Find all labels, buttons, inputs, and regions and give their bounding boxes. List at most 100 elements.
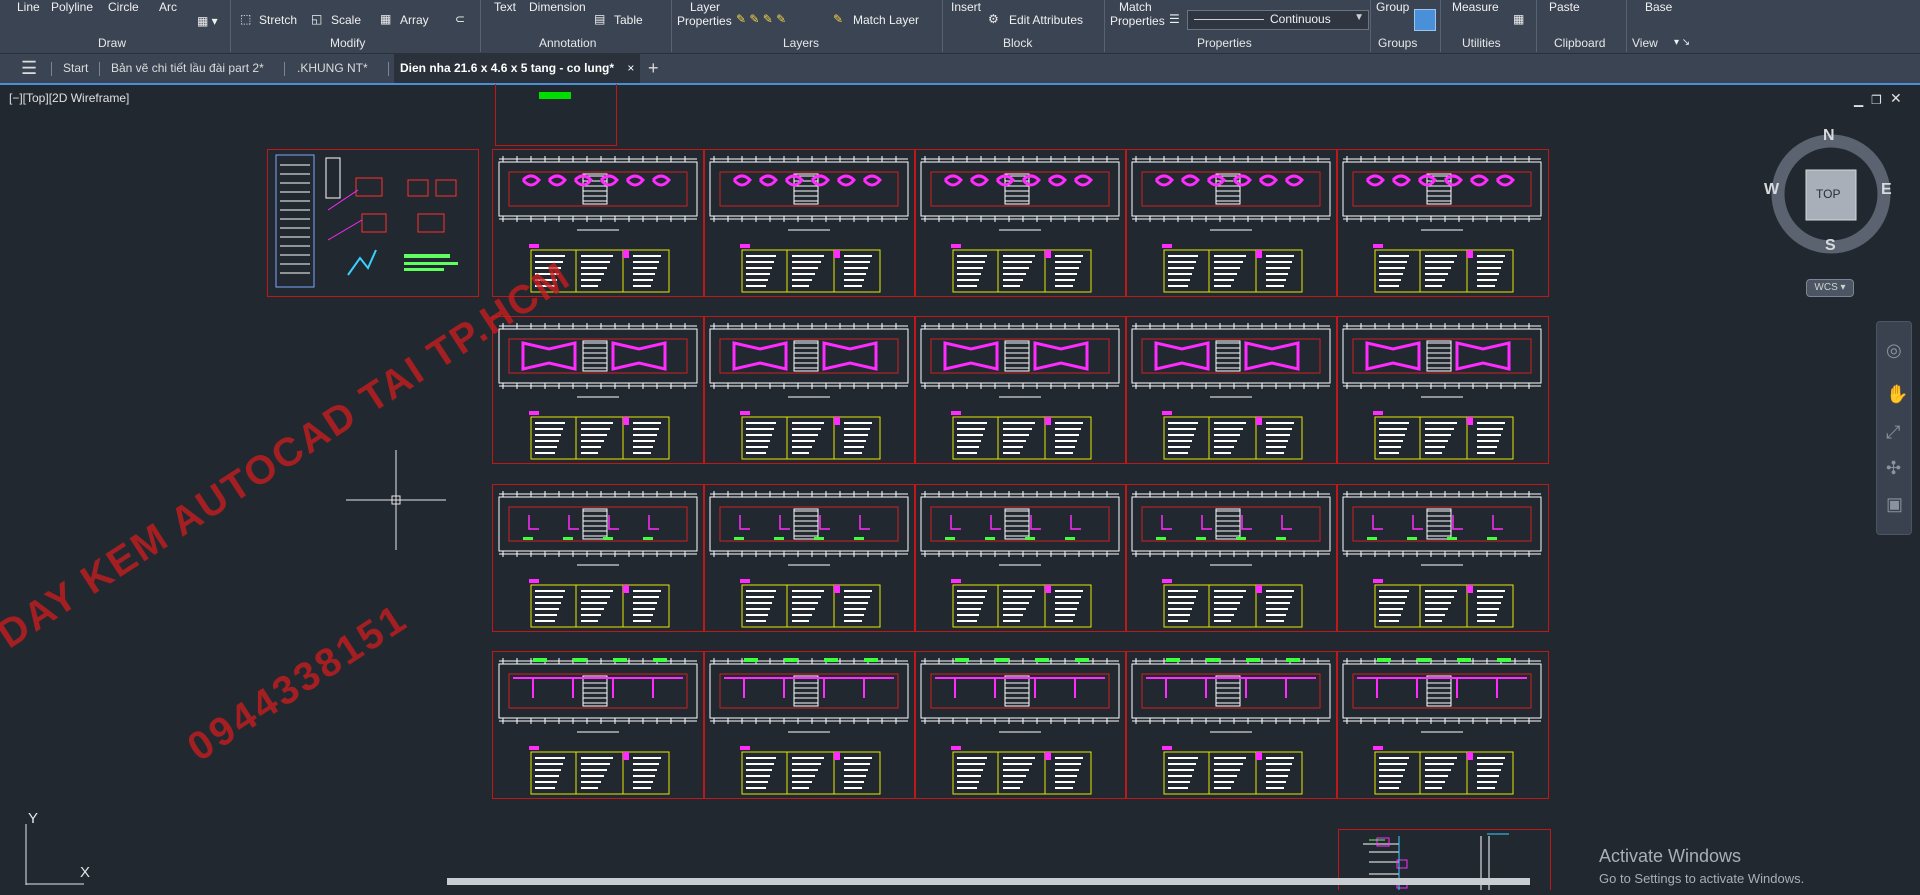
showmotion-icon[interactable]: ▣ <box>1886 494 1903 515</box>
linetype-dropdown[interactable]: Continuous ▼ <box>1187 10 1369 30</box>
insert-button[interactable]: Insert <box>951 0 981 14</box>
floor-plan-svg <box>709 658 909 795</box>
panel-divider <box>230 0 231 52</box>
layer-properties-line2[interactable]: Properties <box>677 14 732 28</box>
array-button[interactable]: Array <box>400 13 429 27</box>
drawing-sheet <box>703 149 916 297</box>
arc-button[interactable]: Arc <box>159 0 177 14</box>
match-properties-line1[interactable]: Match <box>1119 0 1152 14</box>
panel-properties[interactable]: Properties <box>1197 36 1252 50</box>
file-tab-bar: ☰ Start Bản vẽ chi tiết lầu đài part 2* … <box>0 54 1920 85</box>
text-button[interactable]: Text <box>494 0 516 14</box>
floor-plan-svg <box>1131 156 1331 293</box>
wcs-label: WCS <box>1814 282 1838 293</box>
drawing-sheet <box>1125 149 1338 297</box>
wcs-menu[interactable]: WCS ▾ <box>1806 279 1854 297</box>
stretch-button[interactable]: Stretch <box>259 13 297 27</box>
layer-properties-line1[interactable]: Layer <box>690 0 720 14</box>
floor-plan-svg <box>1131 658 1331 795</box>
floor-plan-svg <box>1342 491 1542 628</box>
steering-wheel-icon[interactable]: ◎ <box>1886 340 1902 361</box>
panel-annotation[interactable]: Annotation <box>539 36 596 50</box>
table-button[interactable]: Table <box>614 13 643 27</box>
close-icon[interactable]: × <box>627 61 634 75</box>
tab-divider <box>51 62 52 76</box>
zoom-icon[interactable]: ⤢ <box>1886 422 1900 443</box>
floor-plan-svg <box>920 156 1120 293</box>
panel-divider <box>1536 0 1537 52</box>
layer-tools-icon[interactable]: ✎ ✎ ✎ ✎ <box>736 12 786 26</box>
panel-block[interactable]: Block <box>1003 36 1032 50</box>
offset-icon[interactable]: ⊂ <box>455 12 465 26</box>
viewcube[interactable]: N S E W TOP <box>1764 127 1898 261</box>
viewport-close-icon[interactable]: ✕ <box>1890 90 1902 107</box>
panel-view[interactable]: View <box>1632 36 1658 50</box>
scale-button[interactable]: Scale <box>331 13 361 27</box>
match-properties-line2[interactable]: Properties <box>1110 14 1165 28</box>
drawing-sheet <box>703 484 916 632</box>
tab-divider <box>388 62 389 76</box>
viewport-minimize-icon[interactable]: ▁ <box>1854 93 1863 107</box>
hatch-icon[interactable]: ▦ ▾ <box>197 14 218 28</box>
group-button[interactable]: Group <box>1376 0 1409 14</box>
compass-west[interactable]: W <box>1764 181 1779 199</box>
floor-plan-svg <box>1131 323 1331 460</box>
tab-dien-nha[interactable]: Dien nha 21.6 x 4.6 x 5 tang - co lung* … <box>394 54 641 83</box>
tab-start[interactable]: Start <box>63 54 88 83</box>
array-icon: ▦ <box>380 12 392 26</box>
viewport-controls-label[interactable]: [−][Top][2D Wireframe] <box>9 91 129 105</box>
ucs-x-label: X <box>80 864 91 881</box>
edit-attributes-icon: ⚙ <box>988 12 999 26</box>
new-tab-icon[interactable]: + <box>648 54 659 83</box>
scale-icon: ◱ <box>311 12 323 26</box>
tab-divider <box>99 62 100 76</box>
panel-groups[interactable]: Groups <box>1378 36 1417 50</box>
drawing-sheet <box>492 651 705 799</box>
compass-north[interactable]: N <box>1823 127 1835 145</box>
measure-button[interactable]: Measure <box>1452 0 1499 14</box>
pan-icon[interactable]: ✋ <box>1886 384 1908 405</box>
panel-expand-icon[interactable]: ▾ ↘ <box>1674 37 1690 48</box>
compass-east[interactable]: E <box>1881 181 1892 199</box>
orbit-icon[interactable]: ✣ <box>1886 458 1901 479</box>
drawing-sheet <box>1125 484 1338 632</box>
floor-plan-svg <box>709 156 909 293</box>
dimension-button[interactable]: Dimension <box>529 0 586 14</box>
edit-attributes-button[interactable]: Edit Attributes <box>1009 13 1083 27</box>
floor-plan-svg <box>498 658 698 795</box>
drawing-sheet <box>1125 651 1338 799</box>
legend-sheet-svg <box>275 154 458 288</box>
green-block <box>539 92 571 99</box>
panel-divider <box>671 0 672 52</box>
floor-plan-svg <box>920 491 1120 628</box>
group-select-icon[interactable] <box>1414 9 1436 31</box>
drawing-sheet <box>703 651 916 799</box>
floor-plan-svg <box>1342 323 1542 460</box>
command-line[interactable] <box>447 878 1530 885</box>
drawing-sheet <box>914 484 1127 632</box>
tab-lau-dai[interactable]: Bản vẽ chi tiết lầu đài part 2* <box>111 54 264 83</box>
panel-clipboard[interactable]: Clipboard <box>1554 36 1605 50</box>
floor-plan-svg <box>709 323 909 460</box>
compass-south[interactable]: S <box>1825 237 1836 255</box>
ribbon: Line Polyline Circle Arc ▦ ▾ Draw ⬚ Stre… <box>0 0 1920 54</box>
panel-utilities[interactable]: Utilities <box>1462 36 1501 50</box>
floor-plan-svg <box>498 491 698 628</box>
match-layer-button[interactable]: Match Layer <box>853 13 919 27</box>
paste-button[interactable]: Paste <box>1549 0 1580 14</box>
panel-layers[interactable]: Layers <box>783 36 819 50</box>
tab-khung-nt[interactable]: .KHUNG NT* <box>297 54 368 83</box>
polyline-button[interactable]: Polyline <box>51 0 93 14</box>
panel-draw[interactable]: Draw <box>98 36 126 50</box>
calculator-icon[interactable]: ▦ <box>1513 12 1524 26</box>
menu-icon[interactable]: ☰ <box>21 54 37 83</box>
floor-plan-svg <box>1342 658 1542 795</box>
viewport-restore-icon[interactable]: ❐ <box>1871 93 1882 107</box>
line-button[interactable]: Line <box>17 0 40 14</box>
tab-divider <box>284 62 285 76</box>
base-button[interactable]: Base <box>1645 0 1672 14</box>
panel-modify[interactable]: Modify <box>330 36 365 50</box>
table-icon: ▤ <box>594 12 606 26</box>
circle-button[interactable]: Circle <box>108 0 139 14</box>
viewcube-top-face[interactable]: TOP <box>1816 187 1840 201</box>
